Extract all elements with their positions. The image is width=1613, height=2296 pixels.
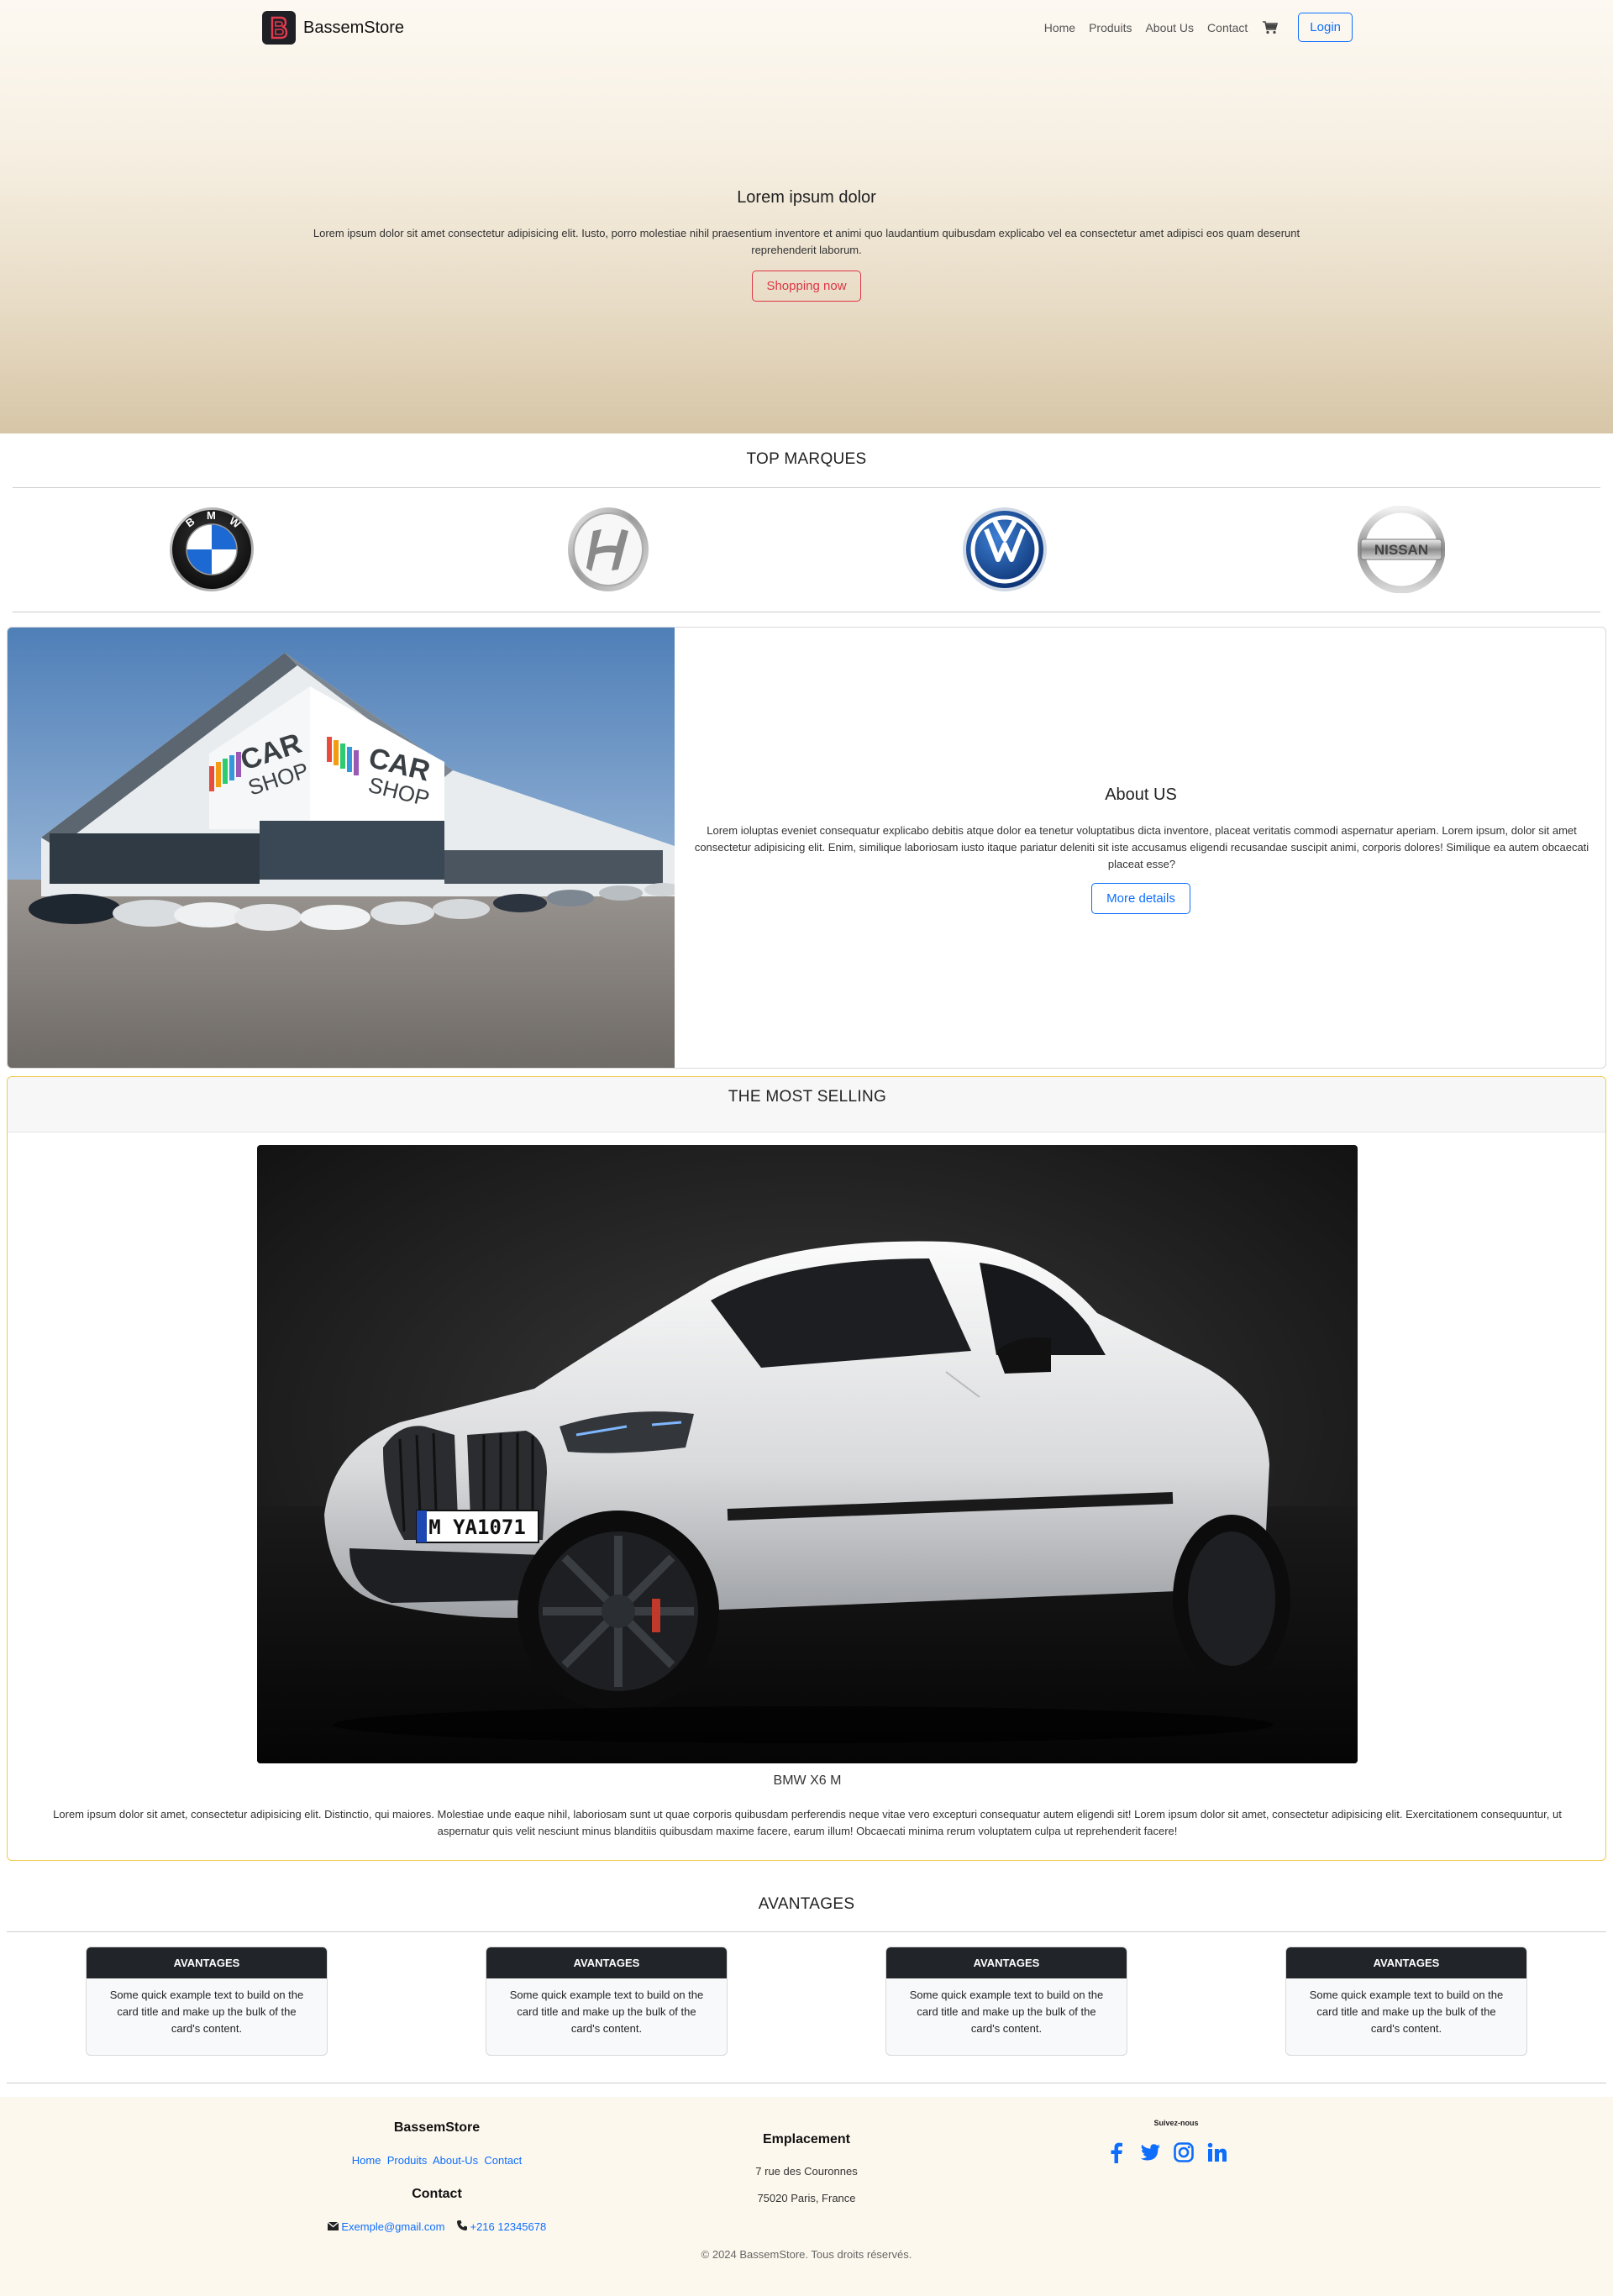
- avantage-card-header: AVANTAGES: [87, 1947, 327, 1978]
- brand-name: BassemStore: [303, 18, 405, 37]
- cart-icon[interactable]: [1263, 20, 1279, 34]
- nav-link-produits[interactable]: Produits: [1089, 21, 1132, 34]
- footer-phone-link[interactable]: +216 12345678: [470, 2220, 546, 2233]
- hero-title: Lorem ipsum dolor: [737, 188, 876, 207]
- divider: [7, 1931, 1606, 1932]
- nav-link-about-us[interactable]: About Us: [1145, 21, 1194, 34]
- footer-brand: BassemStore: [393, 2120, 481, 2135]
- hyundai-logo-icon[interactable]: [565, 506, 652, 593]
- svg-text:M: M: [207, 509, 216, 522]
- divider: [13, 487, 1600, 488]
- avantage-card-header: AVANTAGES: [886, 1947, 1127, 1978]
- instagram-icon[interactable]: [1173, 2141, 1195, 2167]
- avantage-card-body: Some quick example text to build on the …: [909, 1989, 1104, 2035]
- avantage-card-body: Some quick example text to build on the …: [109, 1989, 304, 2035]
- avantage-card: AVANTAGES Some quick example text to bui…: [1285, 1947, 1527, 2056]
- footer-link-home[interactable]: Home: [352, 2154, 381, 2167]
- most-selling-header: THE MOST SELLING: [8, 1077, 1605, 1132]
- avantage-card: AVANTAGES Some quick example text to bui…: [86, 1947, 328, 2056]
- twitter-icon[interactable]: [1139, 2141, 1161, 2167]
- avantage-card-body: Some quick example text to build on the …: [1309, 1989, 1504, 2035]
- car-shop-image: CAR SHOP CAR SHOP: [8, 628, 681, 1068]
- brand[interactable]: BassemStore: [262, 11, 404, 45]
- license-plate: M YA1071: [428, 1516, 526, 1539]
- bmw-logo-icon[interactable]: B M W: [168, 506, 255, 593]
- login-button[interactable]: Login: [1298, 13, 1353, 42]
- footer-links: Home Produits About-Us Contact: [311, 2154, 563, 2167]
- car-name: BMW X6 M: [773, 1773, 842, 1788]
- social-links: [1106, 2141, 1228, 2167]
- brand-logo-icon: [262, 11, 296, 45]
- footer-email-link[interactable]: Exemple@gmail.com: [341, 2220, 444, 2233]
- footer-address-1: 7 rue des Couronnes: [755, 2165, 858, 2178]
- avantage-card-body: Some quick example text to build on the …: [509, 1989, 704, 2035]
- car-description: Lorem ipsum dolor sit amet, consectetur …: [53, 1808, 1562, 1837]
- nissan-logo-icon[interactable]: NISSAN: [1357, 505, 1446, 594]
- footer-link-about-us[interactable]: About-Us: [433, 2154, 478, 2167]
- about-text: Lorem ioluptas eveniet consequatur expli…: [694, 824, 1589, 870]
- volkswagen-logo-icon[interactable]: [961, 506, 1048, 593]
- top-marques-title: TOP MARQUES: [746, 450, 867, 468]
- avantage-card-header: AVANTAGES: [1286, 1947, 1526, 1978]
- footer-location-title: Emplacement: [762, 2132, 851, 2146]
- navbar: BassemStore Home Produits About Us Conta…: [260, 10, 1353, 45]
- footer-follow-title: Suivez-nous: [1153, 2119, 1199, 2127]
- svg-text:NISSAN: NISSAN: [1374, 542, 1428, 558]
- envelope-icon: [327, 2220, 342, 2233]
- most-selling-card: THE MOST SELLING M YA1071 BMW X6 M Lorem…: [7, 1076, 1606, 1861]
- hero-section: BassemStore Home Produits About Us Conta…: [0, 0, 1613, 433]
- about-card: CAR SHOP CAR SHOP About US Lorem iolupta…: [7, 627, 1606, 1069]
- brand-logos-row: B M W NISSAN: [0, 505, 1613, 594]
- footer-link-produits[interactable]: Produits: [387, 2154, 428, 2167]
- footer-contact-info: Exemple@gmail.com +216 12345678: [311, 2220, 563, 2233]
- footer-contact-title: Contact: [412, 2187, 462, 2201]
- facebook-icon[interactable]: [1106, 2141, 1127, 2167]
- hero-text: Lorem ipsum dolor sit amet consectetur a…: [313, 227, 1300, 256]
- avantage-card: AVANTAGES Some quick example text to bui…: [486, 1947, 728, 2056]
- shopping-now-button[interactable]: Shopping now: [752, 271, 861, 302]
- nav-link-contact[interactable]: Contact: [1207, 21, 1248, 34]
- footer-address-2: 75020 Paris, France: [757, 2192, 856, 2204]
- avantage-card: AVANTAGES Some quick example text to bui…: [885, 1947, 1127, 2056]
- avantages-title: AVANTAGES: [758, 1895, 855, 1913]
- nav-link-home[interactable]: Home: [1044, 21, 1075, 34]
- most-selling-title: THE MOST SELLING: [728, 1088, 887, 1106]
- bmw-x6-image: M YA1071: [257, 1145, 1358, 1763]
- phone-icon: [456, 2220, 470, 2233]
- copyright: © 2024 BassemStore. Tous droits réservés…: [701, 2248, 912, 2261]
- more-details-button[interactable]: More details: [1091, 883, 1190, 914]
- nav-links: Home Produits About Us Contact Login: [1044, 13, 1353, 42]
- avantage-card-header: AVANTAGES: [486, 1947, 727, 1978]
- linkedin-icon[interactable]: [1206, 2141, 1228, 2167]
- footer-link-contact[interactable]: Contact: [484, 2154, 522, 2167]
- about-title: About US: [1105, 785, 1177, 804]
